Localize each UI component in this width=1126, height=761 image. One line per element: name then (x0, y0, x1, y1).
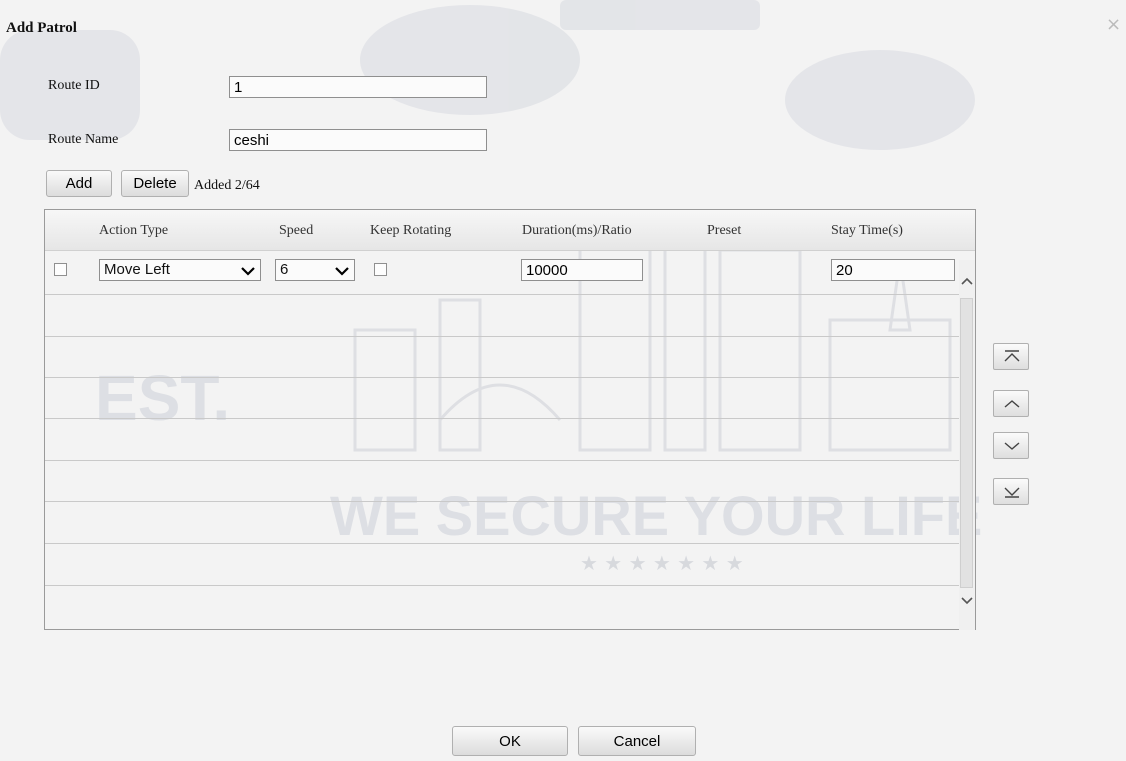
close-icon[interactable]: × (1106, 14, 1121, 35)
move-to-top-button[interactable] (993, 343, 1029, 370)
col-stay-time: Stay Time(s) (831, 223, 903, 238)
route-name-label: Route Name (48, 132, 119, 147)
row-select-checkbox[interactable] (54, 263, 67, 276)
row-divider (45, 460, 959, 461)
col-duration: Duration(ms)/Ratio (522, 223, 632, 238)
move-up-icon (1004, 400, 1020, 408)
route-id-label: Route ID (48, 78, 100, 93)
chevron-down-icon (335, 267, 349, 276)
row-divider (45, 294, 959, 295)
action-type-value: Move Left (104, 261, 170, 278)
move-to-bottom-button[interactable] (993, 478, 1029, 505)
add-patrol-dialog: EST. WE SECURE YOUR LIFE ★ ★ ★ ★ ★ ★ ★ A… (0, 0, 1126, 761)
action-type-select[interactable]: Move Left (99, 259, 261, 281)
col-action-type: Action Type (99, 223, 169, 238)
cancel-button[interactable]: Cancel (578, 726, 696, 756)
route-id-input[interactable] (229, 76, 487, 98)
col-keep-rotating: Keep Rotating (370, 223, 452, 238)
row-divider (45, 336, 959, 337)
dialog-title: Add Patrol (6, 20, 77, 36)
row-divider (45, 543, 959, 544)
ok-button[interactable]: OK (452, 726, 568, 756)
table-scrollbar[interactable] (959, 260, 975, 630)
row-divider (45, 501, 959, 502)
scrollbar-thumb[interactable] (960, 298, 973, 588)
speed-select[interactable]: 6 (275, 259, 355, 281)
scroll-down-icon[interactable] (961, 596, 973, 606)
move-down-icon (1004, 442, 1020, 450)
route-name-input[interactable] (229, 129, 487, 151)
row-divider (45, 377, 959, 378)
add-button[interactable]: Add (46, 170, 112, 197)
keep-rotating-checkbox[interactable] (374, 263, 387, 276)
scroll-up-icon[interactable] (961, 276, 973, 286)
patrol-action-table: Action Type Speed Keep Rotating Duration… (44, 209, 976, 630)
duration-input[interactable] (521, 259, 643, 281)
speed-value: 6 (280, 261, 289, 278)
move-up-button[interactable] (993, 390, 1029, 417)
move-to-top-icon (1004, 350, 1020, 362)
col-preset: Preset (707, 223, 742, 238)
row-divider (45, 418, 959, 419)
chevron-down-icon (241, 267, 255, 276)
table-header: Action Type Speed Keep Rotating Duration… (45, 210, 975, 251)
move-down-button[interactable] (993, 432, 1029, 459)
stay-time-input[interactable] (831, 259, 955, 281)
col-speed: Speed (279, 223, 314, 238)
delete-button[interactable]: Delete (121, 170, 189, 197)
added-count: Added 2/64 (194, 178, 260, 193)
move-to-bottom-icon (1004, 487, 1020, 498)
row-divider (45, 585, 959, 586)
